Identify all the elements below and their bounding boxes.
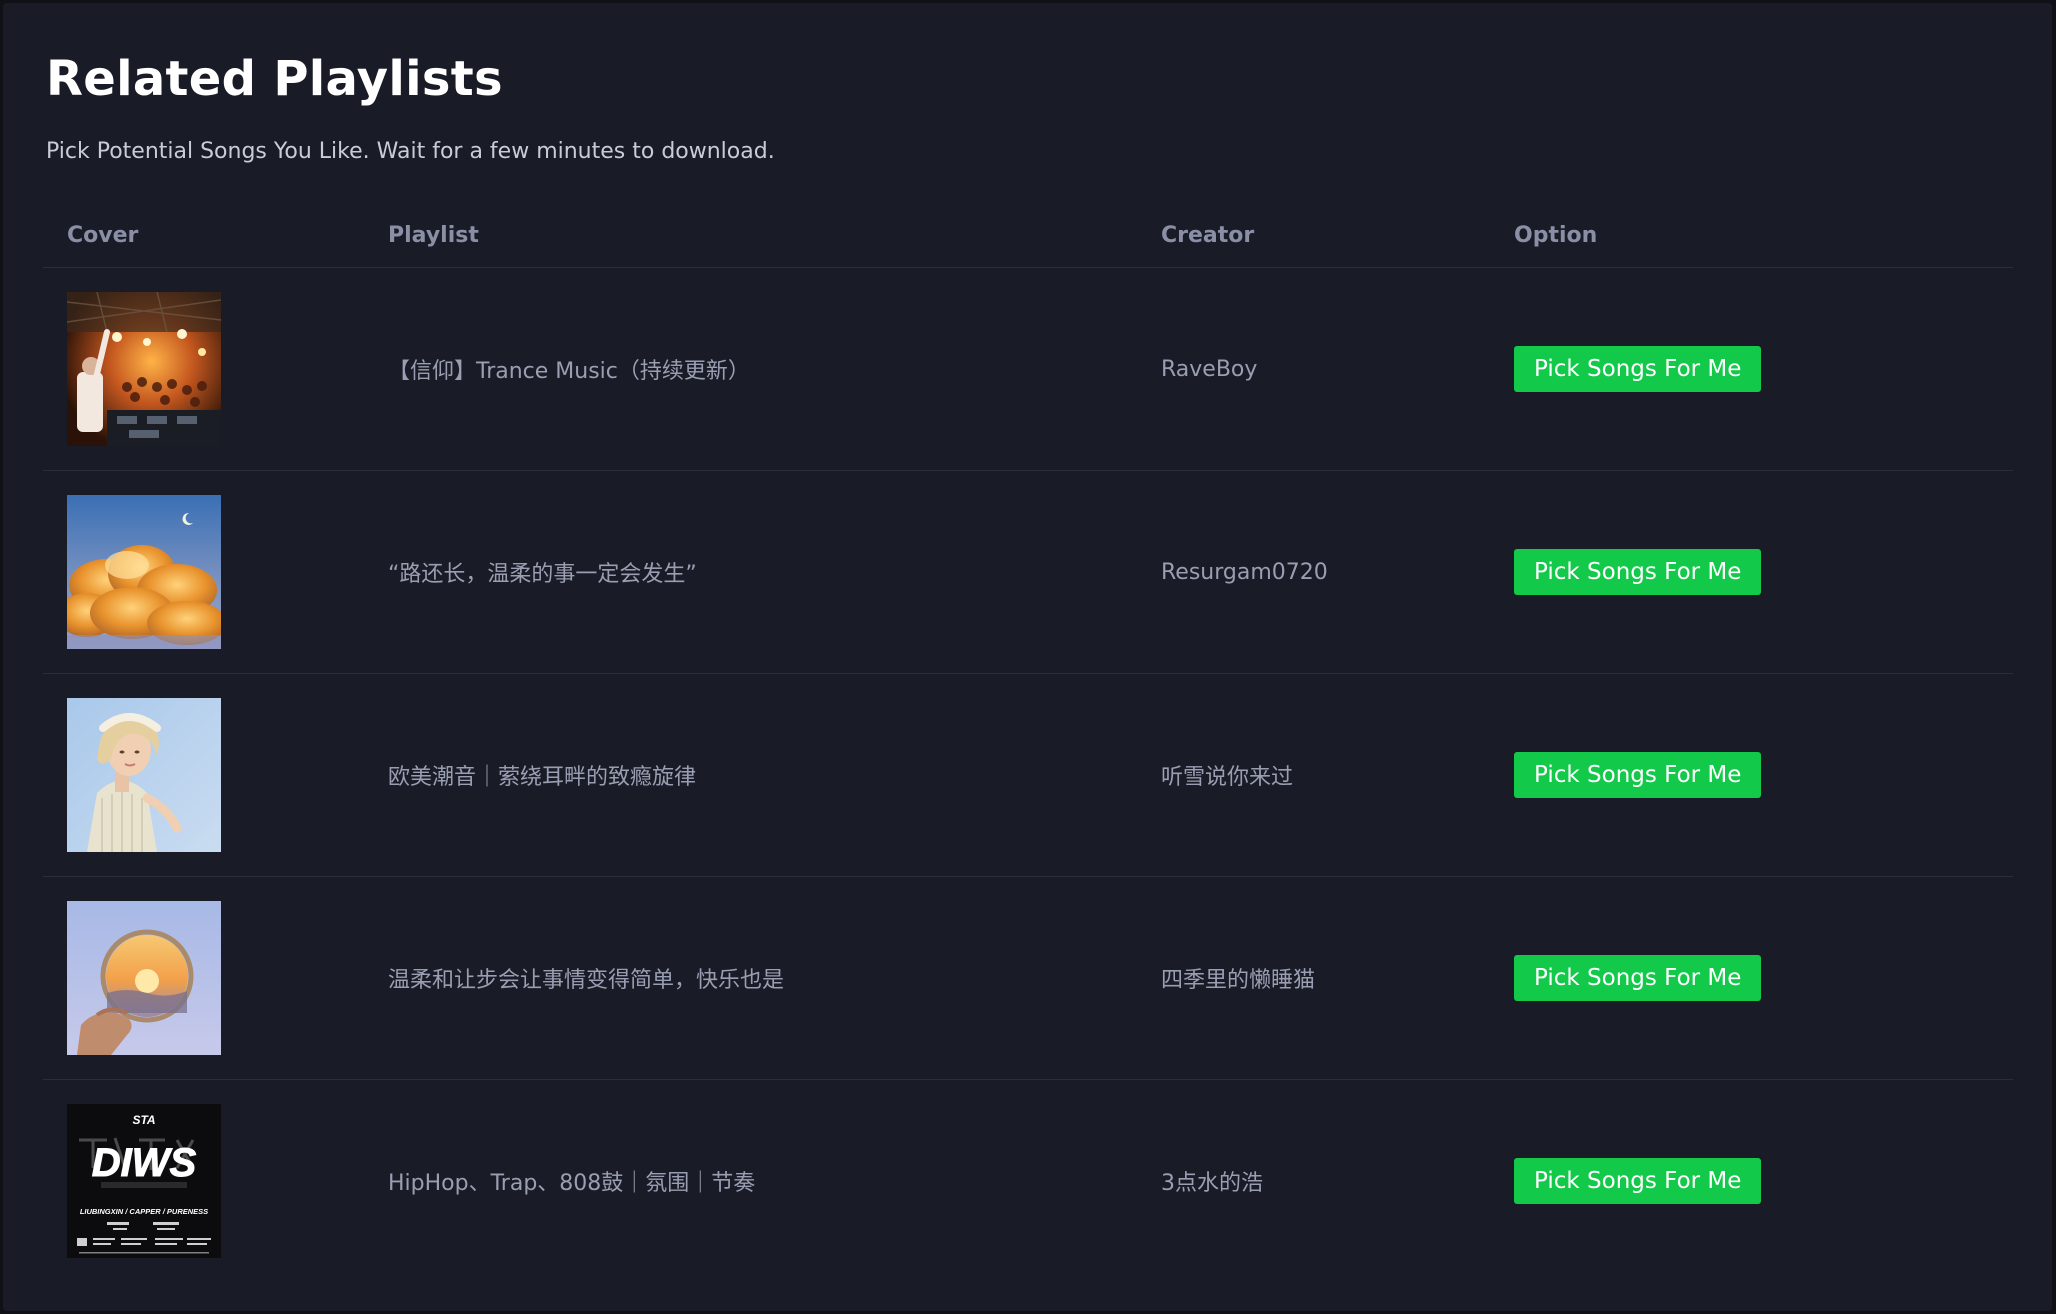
creator-name: RaveBoy xyxy=(1161,356,1258,382)
cover-cell xyxy=(43,901,388,1055)
creator-name: 听雪说你来过 xyxy=(1161,765,1294,790)
pick-songs-button[interactable]: Pick Songs For Me xyxy=(1514,1158,1762,1204)
page-title: Related Playlists xyxy=(46,51,503,107)
table-row: 【信仰】Trance Music（持续更新） RaveBoy Pick Song… xyxy=(43,268,2013,471)
cover-image-sunset-mirror[interactable] xyxy=(67,901,221,1055)
column-header-cover: Cover xyxy=(67,222,139,248)
playlist-name: 【信仰】Trance Music（持续更新） xyxy=(388,359,750,384)
playlist-name: 温柔和让步会让事情变得简单，快乐也是 xyxy=(388,968,785,993)
cover-top-text: STA xyxy=(132,1113,155,1127)
cover-cell xyxy=(43,292,388,446)
pick-songs-button[interactable]: Pick Songs For Me xyxy=(1514,346,1762,392)
cover-cell xyxy=(43,495,388,649)
option-cell: Pick Songs For Me xyxy=(1514,346,2013,392)
creator-name: 3点水的浩 xyxy=(1161,1171,1263,1196)
option-cell: Pick Songs For Me xyxy=(1514,752,2013,798)
playlist-name: 欧美潮音｜萦绕耳畔的致瘾旋律 xyxy=(388,765,697,790)
playlists-table: Cover Playlist Creator Option 【信仰】Trance… xyxy=(43,203,2013,1282)
playlist-name: “路还长，温柔的事一定会发生” xyxy=(388,562,697,587)
pick-songs-button[interactable]: Pick Songs For Me xyxy=(1514,752,1762,798)
cover-image-clouds[interactable] xyxy=(67,495,221,649)
table-row: “路还长，温柔的事一定会发生” Resurgam0720 Pick Songs … xyxy=(43,471,2013,674)
pick-songs-button[interactable]: Pick Songs For Me xyxy=(1514,549,1762,595)
option-cell: Pick Songs For Me xyxy=(1514,955,2013,1001)
option-cell: Pick Songs For Me xyxy=(1514,1158,2013,1204)
column-header-playlist: Playlist xyxy=(388,222,479,248)
pick-songs-button[interactable]: Pick Songs For Me xyxy=(1514,955,1762,1001)
table-row: STA DIWS LIUBINGXIN / CAPPER / PURENESS xyxy=(43,1080,2013,1282)
option-cell: Pick Songs For Me xyxy=(1514,549,2013,595)
cover-image-concert[interactable] xyxy=(67,292,221,446)
column-header-option: Option xyxy=(1514,222,1598,248)
playlist-name: HipHop、Trap、808鼓｜氛围｜节奏 xyxy=(388,1171,756,1196)
cover-credits-text: LIUBINGXIN / CAPPER / PURENESS xyxy=(80,1207,208,1216)
page-subtitle: Pick Potential Songs You Like. Wait for … xyxy=(46,139,775,164)
cover-cell xyxy=(43,698,388,852)
cover-image-album-poster[interactable]: STA DIWS LIUBINGXIN / CAPPER / PURENESS xyxy=(67,1104,221,1258)
cover-logo-text: DIWS xyxy=(92,1141,197,1185)
table-header: Cover Playlist Creator Option xyxy=(43,203,2013,268)
related-playlists-panel: Related Playlists Pick Potential Songs Y… xyxy=(3,3,2052,1311)
table-row: 温柔和让步会让事情变得简单，快乐也是 四季里的懒睡猫 Pick Songs Fo… xyxy=(43,877,2013,1080)
column-header-creator: Creator xyxy=(1161,222,1255,248)
creator-name: Resurgam0720 xyxy=(1161,559,1328,585)
cover-cell: STA DIWS LIUBINGXIN / CAPPER / PURENESS xyxy=(43,1104,388,1258)
cover-image-portrait[interactable] xyxy=(67,698,221,852)
table-row: 欧美潮音｜萦绕耳畔的致瘾旋律 听雪说你来过 Pick Songs For Me xyxy=(43,674,2013,877)
creator-name: 四季里的懒睡猫 xyxy=(1161,968,1316,993)
